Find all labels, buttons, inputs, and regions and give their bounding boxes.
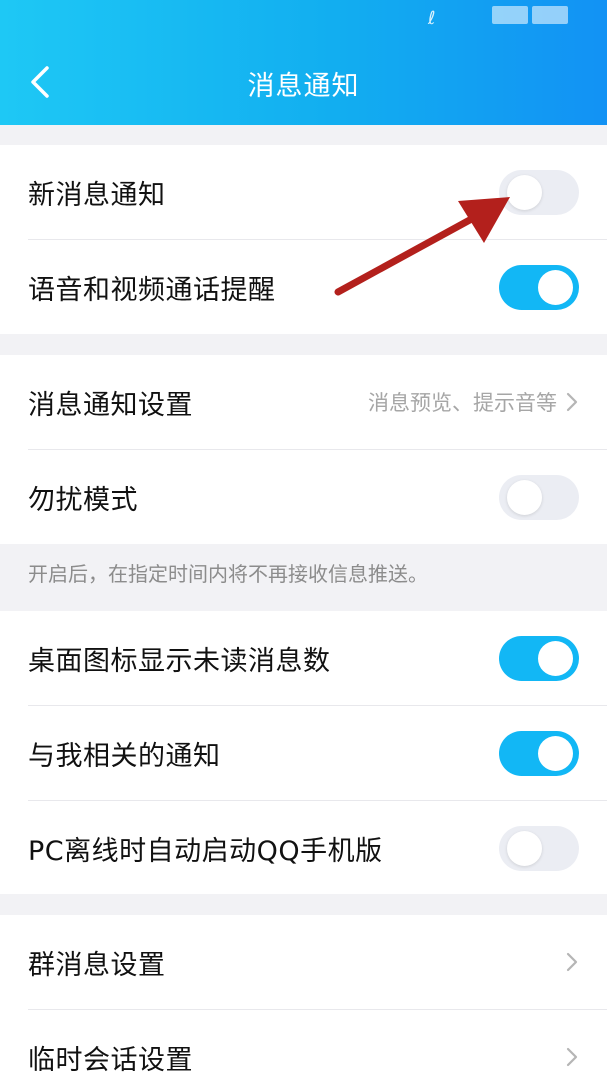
do-not-disturb-hint: 开启后，在指定时间内将不再接收信息推送。	[28, 562, 428, 586]
voice-video-reminder-toggle[interactable]	[499, 264, 579, 310]
row-voice-video-reminder: 语音和视频通话提醒	[0, 240, 607, 334]
toggle-knob	[538, 640, 573, 676]
desktop-badge-label: 桌面图标显示未读消息数	[28, 645, 331, 677]
chevron-right-icon	[566, 1047, 578, 1067]
row-notification-settings[interactable]: 消息通知设置 消息预览、提示音等	[0, 355, 607, 449]
status-bar-blur	[532, 6, 568, 24]
row-related-notification: 与我相关的通知	[0, 706, 607, 800]
toggle-knob	[507, 830, 542, 866]
chevron-right-icon	[566, 392, 578, 412]
settings-group-2: 消息通知设置 消息预览、提示音等 勿扰模式	[0, 355, 607, 544]
settings-group-4: 群消息设置 临时会话设置	[0, 915, 607, 1080]
new-message-notification-label: 新消息通知	[28, 179, 166, 211]
do-not-disturb-label: 勿扰模式	[28, 484, 138, 516]
row-group-message-settings[interactable]: 群消息设置	[0, 915, 607, 1009]
row-temp-chat-settings[interactable]: 临时会话设置	[0, 1010, 607, 1080]
chevron-right-icon	[566, 952, 578, 972]
row-desktop-badge: 桌面图标显示未读消息数	[0, 611, 607, 705]
toggle-knob	[507, 479, 542, 515]
notification-settings-label: 消息通知设置	[28, 389, 193, 421]
settings-group-3: 桌面图标显示未读消息数 与我相关的通知 PC离线时自动启动QQ手机版	[0, 611, 607, 894]
voice-video-reminder-label: 语音和视频通话提醒	[28, 274, 276, 306]
pc-offline-auto-start-label: PC离线时自动启动QQ手机版	[28, 835, 383, 867]
page-title: 消息通知	[247, 71, 360, 102]
related-notification-toggle[interactable]	[499, 730, 579, 776]
notification-settings-value: 消息预览、提示音等	[368, 391, 557, 415]
row-do-not-disturb: 勿扰模式	[0, 450, 607, 544]
toggle-knob	[538, 269, 573, 305]
row-new-message-notification: 新消息通知	[0, 145, 607, 239]
pc-offline-auto-start-toggle[interactable]	[499, 825, 579, 871]
status-bar-icon: ℓ	[428, 8, 436, 29]
toggle-knob	[538, 735, 573, 771]
toggle-knob	[507, 174, 542, 210]
status-bar-blur	[492, 6, 528, 24]
row-pc-offline-auto-start: PC离线时自动启动QQ手机版	[0, 801, 607, 895]
temp-chat-settings-label: 临时会话设置	[28, 1044, 193, 1076]
do-not-disturb-toggle[interactable]	[499, 474, 579, 520]
new-message-notification-toggle[interactable]	[499, 169, 579, 215]
settings-group-1: 新消息通知 语音和视频通话提醒	[0, 145, 607, 334]
desktop-badge-toggle[interactable]	[499, 635, 579, 681]
related-notification-label: 与我相关的通知	[28, 740, 221, 772]
header-bar: ℓ 消息通知	[0, 0, 607, 125]
group-message-settings-label: 群消息设置	[28, 949, 166, 981]
